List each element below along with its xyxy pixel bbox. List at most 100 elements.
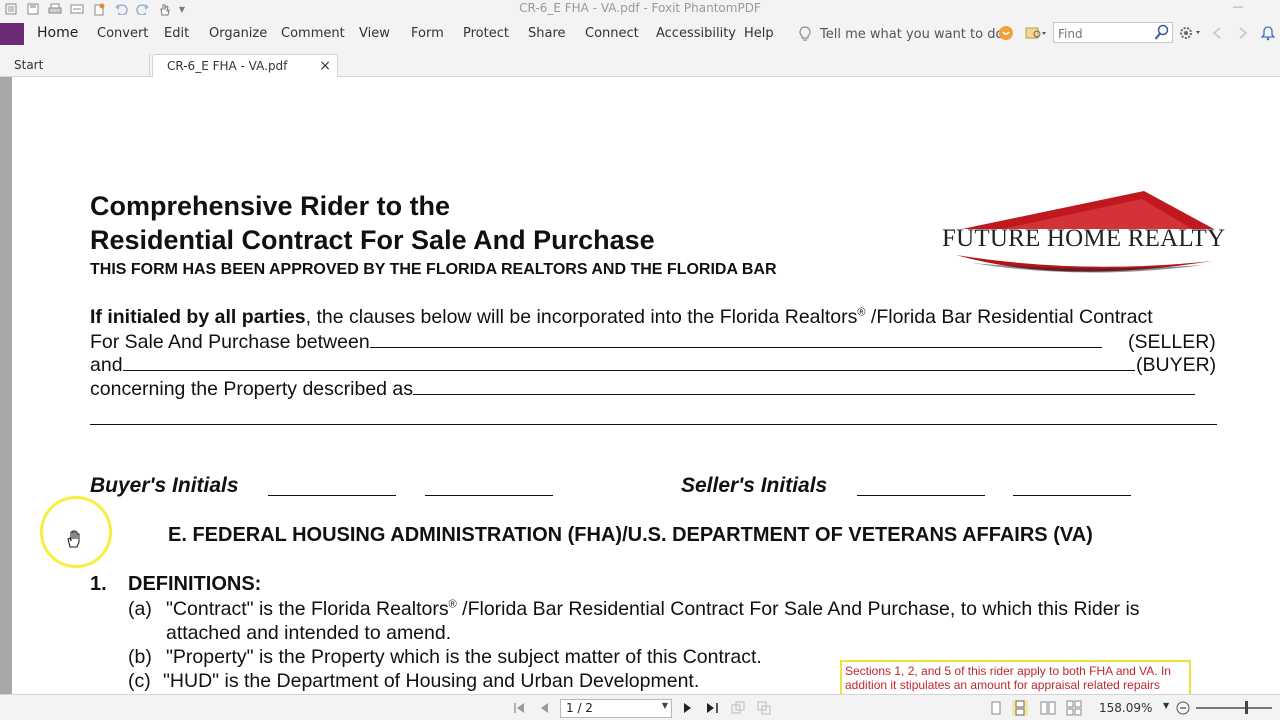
last-page-icon[interactable]	[704, 700, 720, 716]
left-panel-gutter	[0, 77, 12, 694]
document-title-line-2: Residential Contract For Sale And Purcha…	[90, 225, 655, 255]
find-box[interactable]	[1053, 22, 1173, 44]
single-page-view-icon[interactable]	[988, 700, 1004, 716]
previous-page-icon[interactable]	[537, 700, 553, 716]
search-options-icon[interactable]	[1024, 24, 1048, 42]
buyer-tag: (BUYER)	[1136, 354, 1217, 376]
hand-cursor-icon	[65, 529, 83, 549]
definition-b-text: "Property" is the Property which is the …	[166, 646, 762, 668]
property-description-field-line-2[interactable]	[90, 423, 1217, 425]
settings-gear-icon[interactable]	[1177, 24, 1203, 42]
document-viewport[interactable]: Comprehensive Rider to the Residential C…	[0, 77, 1280, 694]
tell-me-label: Tell me what you want to do..	[820, 26, 1012, 42]
for-sale-between-label: For Sale And Purchase between	[90, 331, 370, 353]
menu-edit[interactable]: Edit	[164, 26, 189, 41]
property-description-field[interactable]	[413, 378, 1196, 395]
menu-convert[interactable]: Convert	[97, 26, 148, 41]
title-bar: ▼ CR-6_E FHA - VA.pdf - Foxit PhantomPDF…	[0, 0, 1280, 18]
buyer-name-field[interactable]	[122, 354, 1135, 371]
menu-comment[interactable]: Comment	[281, 26, 345, 41]
menu-view[interactable]: View	[359, 26, 390, 41]
buyers-initials-label: Buyer's Initials	[90, 474, 239, 497]
lightbulb-icon	[798, 26, 812, 42]
feedback-icon[interactable]	[997, 24, 1015, 42]
menu-connect[interactable]: Connect	[585, 26, 639, 41]
intro-text-a: , the clauses below will be incorporated…	[305, 306, 858, 328]
next-page-icon[interactable]	[679, 700, 695, 716]
foxit-phantompdf-window: ▼ CR-6_E FHA - VA.pdf - Foxit PhantomPDF…	[0, 0, 1280, 720]
seller-initial-field-2[interactable]	[1013, 494, 1131, 496]
intro-paragraph-line-3: and	[90, 354, 1135, 377]
file-tab[interactable]	[0, 23, 24, 45]
definition-b-label: (b)	[128, 646, 152, 668]
seller-tag: (SELLER)	[1128, 331, 1216, 353]
concerning-label: concerning the Property described as	[90, 378, 414, 400]
zoom-level[interactable]: 158.09%	[1099, 701, 1152, 715]
page-number-select[interactable]: 1 / 2 ▼	[560, 699, 672, 718]
close-tab-icon[interactable]: ×	[319, 58, 331, 74]
menu-form[interactable]: Form	[411, 26, 444, 41]
nav-forward-icon[interactable]	[1234, 24, 1252, 42]
section-heading: E. FEDERAL HOUSING ADMINISTRATION (FHA)/…	[168, 524, 1093, 546]
annotation-note-box[interactable]: Sections 1, 2, and 5 of this rider apply…	[840, 660, 1191, 694]
menu-help[interactable]: Help	[744, 26, 774, 41]
seller-name-field[interactable]	[369, 331, 1102, 348]
menu-protect[interactable]: Protect	[463, 26, 509, 41]
intro-text-b: /Florida Bar Residential Contract	[865, 306, 1153, 328]
menu-share[interactable]: Share	[528, 26, 566, 41]
status-bar: 1 / 2 ▼ 158.09% ▼	[0, 694, 1280, 720]
document-title-line-1: Comprehensive Rider to the	[90, 191, 451, 221]
menu-organize[interactable]: Organize	[209, 26, 267, 41]
definition-a-text-1: "Contract" is the Florida Realtors	[166, 598, 449, 620]
buyer-initial-field-2[interactable]	[425, 494, 553, 496]
intro-bold: If initialed by all parties	[90, 306, 306, 328]
definition-c-label: (c)	[128, 670, 151, 692]
nav-back-icon[interactable]	[1208, 24, 1226, 42]
and-label: and	[90, 354, 123, 376]
zoom-dropdown-icon[interactable]: ▼	[1163, 701, 1169, 710]
zoom-slider-thumb[interactable]	[1245, 701, 1248, 714]
definitions-number: 1.	[90, 573, 107, 595]
intro-paragraph-line-1: If initialed by all parties, the clauses…	[90, 306, 1153, 329]
definition-a-text: "Contract" is the Florida Realtors® /Flo…	[166, 598, 1140, 621]
future-home-realty-logo: FUTURE HOME REALTY	[942, 189, 1226, 281]
next-view-icon[interactable]	[756, 700, 772, 716]
notification-bell-icon[interactable]	[1259, 24, 1277, 42]
window-title: CR-6_E FHA - VA.pdf - Foxit PhantomPDF	[519, 1, 761, 15]
ribbon-menu: Home Convert Edit Organize Comment View …	[0, 18, 1280, 50]
menu-home[interactable]: Home	[37, 25, 78, 41]
document-tab-bar: Start CR-6_E FHA - VA.pdf ×	[0, 50, 1280, 77]
intro-paragraph-line-2: For Sale And Purchase between	[90, 331, 1102, 354]
buyer-initial-field-1[interactable]	[268, 494, 396, 496]
tab-document[interactable]: CR-6_E FHA - VA.pdf ×	[152, 54, 338, 77]
tab-start-label: Start	[14, 58, 44, 72]
logo-text: FUTURE HOME REALTY	[942, 225, 1226, 252]
tab-start[interactable]: Start	[0, 54, 150, 77]
search-icon[interactable]	[1154, 24, 1170, 41]
seller-initial-field-1[interactable]	[857, 494, 985, 496]
minimize-icon[interactable]: —	[1228, 0, 1248, 16]
definition-a-label: (a)	[128, 598, 152, 620]
definition-a-registered-mark: ®	[448, 598, 457, 611]
tell-me-search[interactable]: Tell me what you want to do..	[798, 26, 1011, 42]
menu-accessibility[interactable]: Accessibility	[656, 26, 736, 41]
continuous-view-icon[interactable]	[1012, 700, 1028, 716]
page-dropdown-icon[interactable]: ▼	[662, 701, 668, 710]
first-page-icon[interactable]	[512, 700, 528, 716]
facing-view-icon[interactable]	[1040, 700, 1056, 716]
definitions-title: DEFINITIONS:	[128, 573, 262, 595]
approval-statement: THIS FORM HAS BEEN APPROVED BY THE FLORI…	[90, 261, 777, 278]
page-number-value: 1 / 2	[566, 701, 593, 715]
sellers-initials-label: Seller's Initials	[681, 474, 828, 497]
tab-document-label: CR-6_E FHA - VA.pdf	[167, 59, 288, 73]
pdf-page[interactable]: Comprehensive Rider to the Residential C…	[12, 77, 1280, 694]
previous-view-icon[interactable]	[730, 700, 746, 716]
zoom-out-icon[interactable]	[1175, 700, 1191, 716]
definition-a-line-2: attached and intended to amend.	[166, 622, 452, 644]
definition-c-text: "HUD" is the Department of Housing and U…	[163, 670, 700, 692]
zoom-slider[interactable]	[1196, 707, 1272, 709]
continuous-facing-view-icon[interactable]	[1066, 700, 1082, 716]
find-input[interactable]	[1054, 24, 1150, 44]
definition-a-text-2: /Florida Bar Residential Contract For Sa…	[456, 598, 1140, 620]
intro-paragraph-line-4: concerning the Property described as	[90, 378, 1196, 401]
